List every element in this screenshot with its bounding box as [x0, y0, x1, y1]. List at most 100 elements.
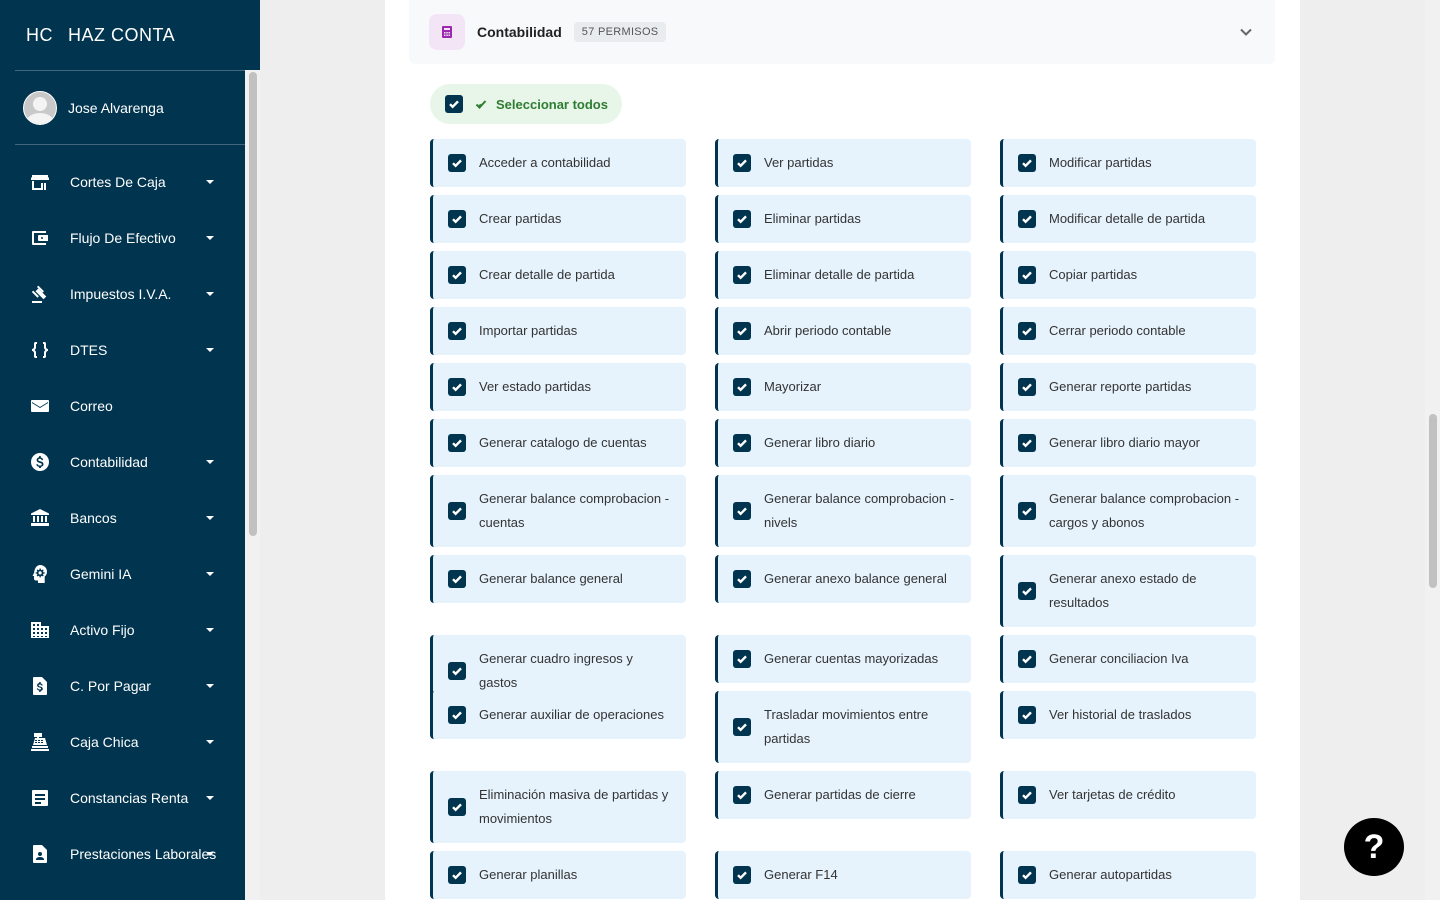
permission-checkbox[interactable]: [448, 154, 466, 172]
permission-item[interactable]: Crear detalle de partida: [430, 251, 686, 299]
permission-checkbox[interactable]: [1018, 154, 1036, 172]
permission-checkbox[interactable]: [733, 866, 751, 884]
permission-item[interactable]: Copiar partidas: [1000, 251, 1256, 299]
sidebar-item-bancos[interactable]: Bancos: [0, 490, 245, 546]
permission-item[interactable]: Ver estado partidas: [430, 363, 686, 411]
sidebar-item-c-por-pagar[interactable]: C. Por Pagar: [0, 658, 245, 714]
permission-item[interactable]: Generar balance comprobacion - cuentas: [430, 475, 686, 547]
permission-checkbox[interactable]: [733, 650, 751, 668]
permission-checkbox[interactable]: [448, 502, 466, 520]
permission-checkbox[interactable]: [1018, 210, 1036, 228]
permission-checkbox[interactable]: [733, 266, 751, 284]
help-button[interactable]: ?: [1344, 818, 1404, 876]
permission-checkbox[interactable]: [733, 718, 751, 736]
sidebar-item-correo[interactable]: Correo: [0, 378, 245, 434]
permission-item[interactable]: Generar anexo estado de resultados: [1000, 555, 1256, 627]
permission-item[interactable]: Cerrar periodo contable: [1000, 307, 1256, 355]
permission-item[interactable]: Generar conciliacion Iva: [1000, 635, 1256, 683]
permission-checkbox[interactable]: [448, 322, 466, 340]
permission-checkbox[interactable]: [733, 786, 751, 804]
permission-item[interactable]: Acceder a contabilidad: [430, 139, 686, 187]
permission-item[interactable]: Eliminar partidas: [715, 195, 971, 243]
select-all-button[interactable]: Seleccionar todos: [430, 84, 622, 124]
permission-item[interactable]: Mayorizar: [715, 363, 971, 411]
permission-label: Ver historial de traslados: [1049, 707, 1192, 722]
sidebar-item-prestaciones-laborales[interactable]: Prestaciones Laborales: [0, 826, 245, 882]
page-scrollbar[interactable]: [1429, 414, 1437, 588]
permission-checkbox[interactable]: [1018, 786, 1036, 804]
permission-item[interactable]: Generar reporte partidas: [1000, 363, 1256, 411]
permission-item[interactable]: Generar balance comprobacion - nivels: [715, 475, 971, 547]
permission-item[interactable]: Ver historial de traslados: [1000, 691, 1256, 739]
permission-checkbox[interactable]: [1018, 650, 1036, 668]
permission-item[interactable]: Abrir periodo contable: [715, 307, 971, 355]
sidebar-item-caja-chica[interactable]: Caja Chica: [0, 714, 245, 770]
permission-checkbox[interactable]: [448, 570, 466, 588]
sidebar-item-contabilidad[interactable]: Contabilidad: [0, 434, 245, 490]
permission-checkbox[interactable]: [448, 378, 466, 396]
permission-item[interactable]: Generar auxiliar de operaciones: [430, 691, 686, 739]
permission-checkbox[interactable]: [448, 266, 466, 284]
permission-checkbox[interactable]: [733, 378, 751, 396]
double-check-icon: [475, 97, 489, 111]
chevron-down-icon[interactable]: [1239, 25, 1253, 39]
permission-item[interactable]: Generar anexo balance general: [715, 555, 971, 603]
permission-item[interactable]: Generar cuentas mayorizadas: [715, 635, 971, 683]
permission-item[interactable]: Generar catalogo de cuentas: [430, 419, 686, 467]
permission-checkbox[interactable]: [1018, 866, 1036, 884]
permission-checkbox[interactable]: [1018, 706, 1036, 724]
permission-checkbox[interactable]: [448, 434, 466, 452]
permission-checkbox[interactable]: [733, 502, 751, 520]
permission-checkbox[interactable]: [1018, 434, 1036, 452]
permission-item[interactable]: Crear partidas: [430, 195, 686, 243]
permission-item[interactable]: Generar autopartidas: [1000, 851, 1256, 899]
sidebar-item-flujo-de-efectivo[interactable]: Flujo De Efectivo: [0, 210, 245, 266]
sidebar-item-cortes-de-caja[interactable]: Cortes De Caja: [0, 154, 245, 210]
sidebar-item-constancias-renta[interactable]: Constancias Renta: [0, 770, 245, 826]
permission-item[interactable]: Importar partidas: [430, 307, 686, 355]
caret-down-icon: [206, 628, 214, 632]
permission-checkbox[interactable]: [1018, 378, 1036, 396]
permission-checkbox[interactable]: [448, 210, 466, 228]
permission-item[interactable]: Modificar detalle de partida: [1000, 195, 1256, 243]
sidebar-item-activo-fijo[interactable]: Activo Fijo: [0, 602, 245, 658]
permission-item[interactable]: Eliminar detalle de partida: [715, 251, 971, 299]
permission-label: Ver tarjetas de crédito: [1049, 787, 1176, 802]
permission-checkbox[interactable]: [1018, 322, 1036, 340]
sidebar-item-impuestos-i-v-a[interactable]: Impuestos I.V.A.: [0, 266, 245, 322]
permission-item[interactable]: Generar F14: [715, 851, 971, 899]
permission-checkbox[interactable]: [733, 570, 751, 588]
permission-item[interactable]: Generar libro diario mayor: [1000, 419, 1256, 467]
mail-icon: [30, 396, 50, 416]
permission-item[interactable]: Generar balance general: [430, 555, 686, 603]
permission-checkbox[interactable]: [733, 434, 751, 452]
permission-checkbox[interactable]: [448, 662, 466, 680]
permission-checkbox[interactable]: [1018, 582, 1036, 600]
permission-item[interactable]: Generar partidas de cierre: [715, 771, 971, 819]
permission-checkbox[interactable]: [448, 798, 466, 816]
user-profile[interactable]: Jose Alvarenga: [0, 71, 260, 144]
permission-item[interactable]: Ver partidas: [715, 139, 971, 187]
permission-checkbox[interactable]: [448, 706, 466, 724]
sidebar-item-dtes[interactable]: DTES: [0, 322, 245, 378]
permission-checkbox[interactable]: [733, 210, 751, 228]
permission-item[interactable]: Ver tarjetas de crédito: [1000, 771, 1256, 819]
permission-item[interactable]: Modificar partidas: [1000, 139, 1256, 187]
permission-checkbox[interactable]: [1018, 502, 1036, 520]
permission-checkbox[interactable]: [448, 866, 466, 884]
sidebar-scrollbar[interactable]: [249, 72, 257, 536]
permission-item[interactable]: Generar libro diario: [715, 419, 971, 467]
permission-item[interactable]: Generar planillas: [430, 851, 686, 899]
caret-down-icon: [206, 572, 214, 576]
permission-item[interactable]: Trasladar movimientos entre partidas: [715, 691, 971, 763]
permission-checkbox[interactable]: [1018, 266, 1036, 284]
permission-checkbox[interactable]: [733, 154, 751, 172]
brand[interactable]: HC HAZ CONTA: [0, 0, 260, 70]
permission-item[interactable]: Eliminación masiva de partidas y movimie…: [430, 771, 686, 843]
permission-checkbox[interactable]: [733, 322, 751, 340]
sidebar-item-gemini-ia[interactable]: Gemini IA: [0, 546, 245, 602]
section-header[interactable]: Contabilidad 57 PERMISOS: [409, 0, 1275, 64]
select-all-checkbox[interactable]: [445, 95, 463, 113]
permission-item[interactable]: Generar balance comprobacion - cargos y …: [1000, 475, 1256, 547]
permission-label: Ver partidas: [764, 155, 834, 170]
